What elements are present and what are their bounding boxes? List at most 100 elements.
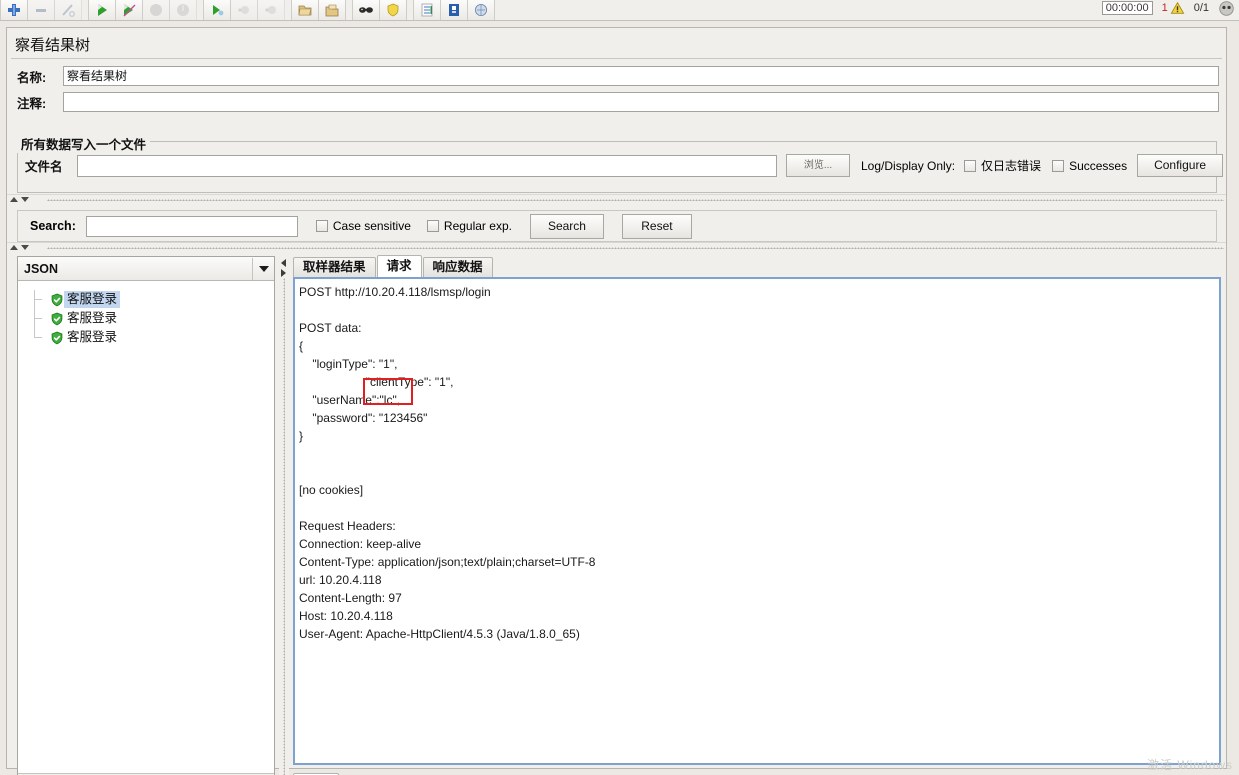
- splitter-dots: [47, 199, 1224, 201]
- collapse-down-icon[interactable]: [21, 196, 29, 202]
- search-bar: Search: Case sensitive Regular exp. Sear…: [17, 210, 1217, 242]
- toolbar-separator: [284, 0, 291, 20]
- search-button[interactable]: Search: [529, 213, 604, 239]
- checkbox-box: [1052, 159, 1065, 172]
- toolbar-separator: [81, 0, 88, 20]
- splitter-bottom[interactable]: [7, 242, 1226, 251]
- splitter-left-arrow-icon[interactable]: [281, 259, 286, 267]
- collapse-up-icon[interactable]: [10, 196, 18, 202]
- regular-exp-checkbox[interactable]: Regular exp.: [426, 219, 512, 233]
- configure-button[interactable]: Configure: [1137, 154, 1224, 177]
- search-label: Search:: [30, 219, 76, 233]
- tree-branch-line: [30, 309, 50, 328]
- tree-item-0[interactable]: 客服登录: [18, 290, 274, 309]
- start-icon[interactable]: [88, 0, 116, 20]
- warning-count: 1: [1161, 2, 1168, 14]
- vertical-splitter[interactable]: [279, 256, 289, 775]
- tree-item-label: 客服登录: [67, 330, 118, 344]
- errors-only-checkbox[interactable]: 仅日志错误: [964, 157, 1041, 174]
- jmeter-window: 00:00:00 1 0/1 察看结果树 名称: 察看结果树 注释: 所有数据写…: [0, 0, 1239, 775]
- clear-icon[interactable]: [203, 0, 231, 20]
- tree-item-label: 客服登录: [64, 291, 121, 308]
- browse-button[interactable]: 浏览...: [786, 154, 850, 177]
- tree-branch-line: [30, 290, 50, 309]
- open-icon[interactable]: [291, 0, 319, 20]
- result-detail-pane: 取样器结果 请求 响应数据 POST http://10.20.4.118/ls…: [293, 255, 1221, 775]
- splitter-dots: [283, 278, 285, 775]
- search-toolbar-icon[interactable]: [352, 0, 380, 20]
- toolbar-separator: [196, 0, 203, 20]
- collapse-down-icon[interactable]: [21, 244, 29, 250]
- thread-status-icon: [1219, 0, 1234, 16]
- sampler-result-tree: 客服登录 客服登录 客服登录: [18, 282, 274, 773]
- filename-input[interactable]: [77, 154, 777, 177]
- tab-response-data[interactable]: 响应数据: [422, 257, 493, 278]
- tab-request[interactable]: 请求: [376, 255, 422, 278]
- tab-sampler-result[interactable]: 取样器结果: [293, 257, 376, 278]
- successes-checkbox[interactable]: Successes: [1052, 159, 1127, 173]
- case-sensitive-label: Case sensitive: [332, 219, 411, 233]
- renderer-combo[interactable]: JSON: [18, 257, 274, 281]
- comment-label: 注释:: [17, 96, 47, 111]
- toolbar-group-file: [291, 0, 346, 20]
- success-shield-icon: [51, 293, 63, 306]
- warning-indicator[interactable]: 1: [1162, 1, 1185, 15]
- toolbar-group-edit: [0, 0, 82, 20]
- stop-icon[interactable]: [142, 0, 170, 20]
- shutdown-icon[interactable]: [169, 0, 197, 20]
- templates-icon[interactable]: [413, 0, 441, 20]
- splitter-dots: [47, 247, 1224, 249]
- toolbar-status-area: 00:00:00 1 0/1: [1101, 0, 1235, 20]
- view-results-tree-panel: 察看结果树 名称: 察看结果树 注释: 所有数据写入一个文件 文件名 浏览...…: [6, 27, 1227, 775]
- remove-icon[interactable]: [27, 0, 55, 20]
- cut-icon[interactable]: [54, 0, 82, 20]
- toolbar-group-help: [413, 0, 495, 20]
- group-border-right: [137, 141, 1217, 142]
- tree-branch-line: [30, 328, 50, 347]
- active-threads-count: 0/1: [1193, 2, 1209, 14]
- toolbar-group-run: [88, 0, 197, 20]
- reset-button[interactable]: Reset: [621, 213, 692, 239]
- results-tree-pane: JSON 客服登录 客服登录 客服登录: [17, 256, 275, 775]
- chevron-down-icon[interactable]: [252, 257, 274, 280]
- request-body-text[interactable]: POST http://10.20.4.118/lsmsp/login POST…: [299, 283, 1215, 759]
- comment-row: 注释:: [17, 92, 1219, 112]
- tree-item-label: 客服登录: [67, 311, 118, 325]
- main-toolbar: 00:00:00 1 0/1: [0, 0, 1239, 21]
- toolbar-separator: [345, 0, 352, 20]
- title-divider: [11, 58, 1222, 59]
- request-content-box: POST http://10.20.4.118/lsmsp/login POST…: [293, 277, 1221, 765]
- undo-icon[interactable]: [230, 0, 258, 20]
- page-title: 察看结果树: [15, 37, 91, 54]
- search-input[interactable]: [85, 215, 298, 237]
- help-icon[interactable]: [467, 0, 495, 20]
- function-helper-icon[interactable]: [440, 0, 468, 20]
- name-row: 名称: 察看结果树: [17, 66, 1219, 86]
- start-no-pauses-icon[interactable]: [115, 0, 143, 20]
- tree-item-2[interactable]: 客服登录: [18, 328, 274, 347]
- splitter-right-arrow-icon[interactable]: [281, 269, 286, 277]
- tree-item-1[interactable]: 客服登录: [18, 309, 274, 328]
- result-tabs: 取样器结果 请求 响应数据: [293, 255, 494, 278]
- name-label: 名称:: [17, 70, 47, 85]
- save-icon[interactable]: [318, 0, 346, 20]
- success-shield-icon: [51, 331, 63, 344]
- toolbar-separator: [406, 0, 413, 20]
- comment-input[interactable]: [63, 92, 1219, 112]
- toolbar-group-tools: [352, 0, 407, 20]
- warning-triangle-icon: [1170, 1, 1185, 14]
- name-input[interactable]: 察看结果树: [63, 66, 1219, 86]
- redo-icon[interactable]: [257, 0, 285, 20]
- filename-label: 文件名: [25, 160, 63, 174]
- successes-label: Successes: [1069, 158, 1128, 173]
- add-icon[interactable]: [0, 0, 28, 20]
- checkbox-box: [964, 159, 977, 172]
- case-sensitive-checkbox[interactable]: Case sensitive: [315, 219, 411, 233]
- write-all-data-to-file-title: 所有数据写入一个文件: [17, 134, 151, 153]
- clear-all-icon[interactable]: [379, 0, 407, 20]
- collapse-up-icon[interactable]: [10, 244, 18, 250]
- activate-windows-watermark: 激活 Windows: [1146, 758, 1233, 772]
- checkbox-box: [426, 220, 439, 232]
- splitter-top[interactable]: [7, 194, 1226, 203]
- elapsed-timer: 00:00:00: [1101, 1, 1153, 15]
